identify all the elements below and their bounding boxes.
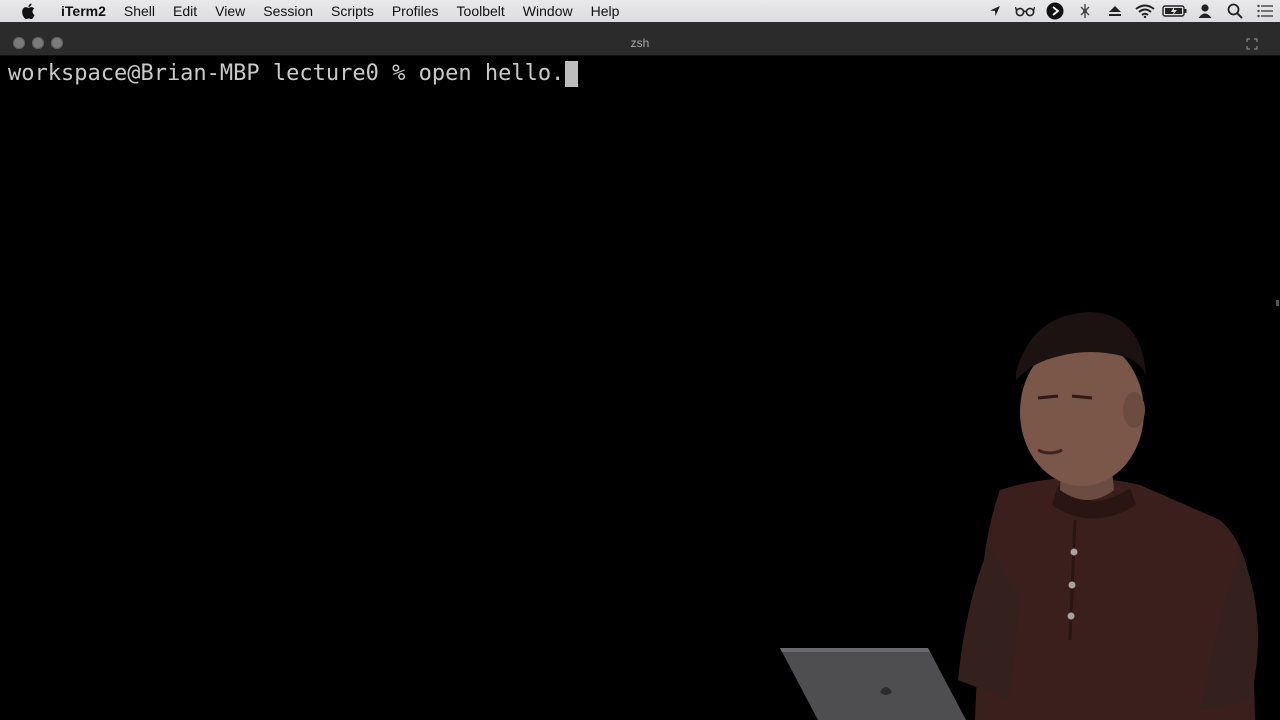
menu-toolbelt[interactable]: Toolbelt: [448, 0, 514, 22]
menu-window[interactable]: Window: [514, 0, 582, 22]
menu-edit[interactable]: Edit: [164, 0, 206, 22]
menu-help[interactable]: Help: [582, 0, 629, 22]
user-icon[interactable]: [1190, 0, 1220, 22]
shell-prompt: workspace@Brian-MBP lecture0 %: [8, 61, 419, 86]
apple-icon[interactable]: [18, 0, 38, 22]
screen: iTerm2 Shell Edit View Session Scripts P…: [0, 0, 1280, 720]
location-icon[interactable]: [980, 0, 1010, 22]
menu-view[interactable]: View: [206, 0, 254, 22]
dropbox-icon[interactable]: [1070, 0, 1100, 22]
glasses-icon[interactable]: [1010, 0, 1040, 22]
play-circle-icon[interactable]: [1040, 0, 1070, 22]
status-bar: [980, 0, 1280, 22]
text-cursor: [565, 61, 579, 87]
eject-icon[interactable]: [1100, 0, 1130, 22]
notification-center-icon[interactable]: [1250, 0, 1280, 22]
wifi-icon[interactable]: [1130, 0, 1160, 22]
presenter-video-overlay: [770, 300, 1280, 720]
prompt-line: workspace@Brian-MBP lecture0 % open hell…: [8, 60, 579, 88]
menu-app-name[interactable]: iTerm2: [52, 0, 115, 22]
menu-session[interactable]: Session: [254, 0, 322, 22]
window-title-bar[interactable]: zsh: [0, 22, 1280, 56]
battery-charging-icon[interactable]: [1160, 0, 1190, 22]
menu-bar: iTerm2 Shell Edit View Session Scripts P…: [0, 0, 1280, 22]
window-title: zsh: [630, 36, 650, 50]
menu-scripts[interactable]: Scripts: [322, 0, 383, 22]
fullscreen-icon[interactable]: [1246, 37, 1258, 50]
spotlight-search-icon[interactable]: [1220, 0, 1250, 22]
typed-command: open hello.: [418, 61, 565, 86]
menu-profiles[interactable]: Profiles: [383, 0, 448, 22]
menu-shell[interactable]: Shell: [115, 0, 164, 22]
